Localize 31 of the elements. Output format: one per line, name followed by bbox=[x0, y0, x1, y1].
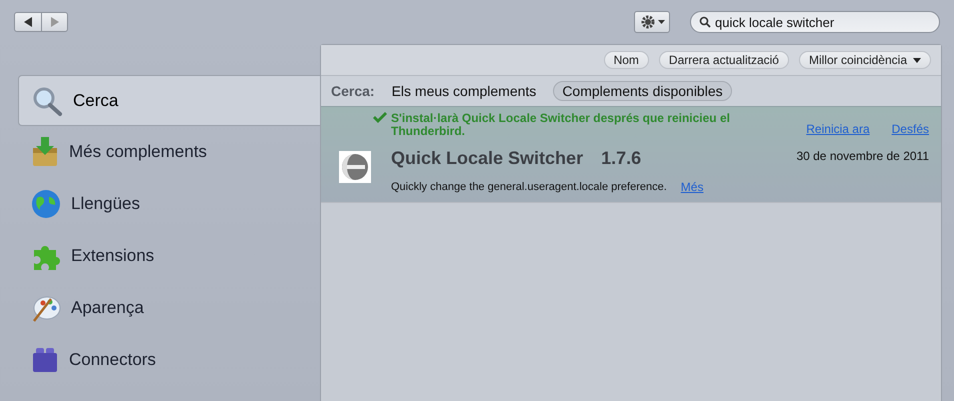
sort-button[interactable]: Darrera actualització bbox=[658, 51, 789, 69]
filter-label: Cerca: bbox=[331, 83, 375, 99]
checkmark-icon bbox=[373, 112, 387, 124]
caret-icon bbox=[658, 20, 664, 24]
sidebar-item[interactable]: Connectors bbox=[18, 334, 320, 386]
globe-icon bbox=[31, 189, 61, 219]
brick-icon bbox=[31, 346, 59, 374]
filter-tab[interactable]: Els meus complements bbox=[382, 81, 546, 101]
addon-description: Quickly change the general.useragent.locale preference. bbox=[391, 181, 667, 193]
sidebar-item[interactable]: Cerca bbox=[18, 75, 320, 126]
sidebar-item[interactable]: Llengües bbox=[18, 178, 320, 230]
caret-icon bbox=[913, 58, 921, 62]
back-icon bbox=[24, 17, 32, 27]
search-icon bbox=[699, 16, 711, 28]
sort-button[interactable]: Millor coincidència bbox=[798, 51, 931, 69]
filter-tab[interactable]: Complements disponibles bbox=[553, 81, 732, 101]
forward-icon bbox=[50, 17, 58, 27]
install-notice: S'instal·larà Quick Locale Switcher després que reinicieu el Thunderbird. bbox=[391, 112, 731, 138]
addon-version: 1.7.6 bbox=[601, 148, 642, 168]
search-icon bbox=[31, 84, 63, 116]
sidebar-item[interactable]: Més complements bbox=[18, 126, 320, 178]
settings-icon bbox=[640, 14, 656, 30]
search-field[interactable]: quick locale switcher bbox=[690, 11, 940, 33]
sidebar-item[interactable]: Aparença bbox=[18, 282, 320, 334]
addon-date: 30 de novembre de 2011 bbox=[796, 148, 930, 165]
sort-button[interactable]: Nom bbox=[604, 51, 649, 69]
download-box-icon bbox=[31, 136, 59, 168]
addon-name: Quick Locale Switcher bbox=[391, 148, 584, 168]
settings-button[interactable] bbox=[634, 11, 670, 33]
addon-logo-icon bbox=[339, 151, 371, 183]
sidebar-item[interactable]: Extensions bbox=[18, 230, 320, 282]
